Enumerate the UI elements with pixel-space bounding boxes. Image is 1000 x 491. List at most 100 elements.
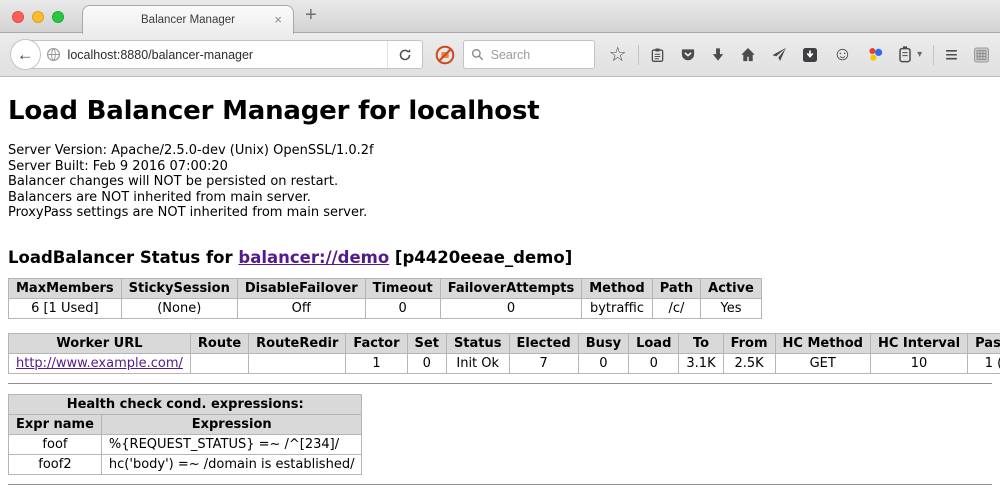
cell-from: 2.5K bbox=[723, 353, 775, 373]
cell-factor: 1 bbox=[346, 353, 407, 373]
notes-extension-icon[interactable] bbox=[973, 47, 990, 63]
title-bar: Balancer Manager × + bbox=[0, 0, 1000, 33]
table-header-row: Expr name Expression bbox=[9, 414, 362, 434]
col-method: Method bbox=[582, 278, 652, 298]
cell-to: 3.1K bbox=[679, 353, 723, 373]
balancer-settings-table: MaxMembers StickySession DisableFailover… bbox=[8, 278, 762, 319]
cell-path: /c/ bbox=[652, 298, 700, 318]
minimize-window-button[interactable] bbox=[32, 11, 44, 23]
page-content: Load Balancer Manager for localhost Serv… bbox=[0, 96, 1000, 486]
browser-window: Balancer Manager × + ← localhost:8880/ba… bbox=[0, 0, 1000, 491]
table-row: foof2 hc('body') =~ /domain is establish… bbox=[9, 454, 362, 474]
page-bottom-divider bbox=[8, 484, 992, 486]
table-row: foof %{REQUEST_STATUS} =~ /^[234]/ bbox=[9, 434, 362, 454]
new-tab-button[interactable]: + bbox=[305, 4, 317, 27]
col-expression: Expression bbox=[101, 414, 362, 434]
reload-icon bbox=[398, 48, 412, 62]
toolbar-divider bbox=[933, 45, 934, 65]
chevron-down-icon[interactable]: ▾ bbox=[917, 49, 922, 60]
server-info: Server Version: Apache/2.5.0-dev (Unix) … bbox=[8, 143, 992, 221]
cell-busy: 0 bbox=[578, 353, 628, 373]
container-extension-icon[interactable] bbox=[899, 46, 911, 63]
blocked-plugin-icon[interactable] bbox=[435, 45, 455, 65]
cell-active: Yes bbox=[701, 298, 762, 318]
search-input[interactable] bbox=[489, 47, 584, 63]
cell-load: 0 bbox=[629, 353, 679, 373]
close-window-button[interactable] bbox=[12, 11, 24, 23]
col-disablefailover: DisableFailover bbox=[237, 278, 365, 298]
cell-maxmembers: 6 [1 Used] bbox=[9, 298, 122, 318]
cell-set: 0 bbox=[407, 353, 446, 373]
back-icon: ← bbox=[17, 45, 34, 65]
worker-url-link[interactable]: http://www.example.com/ bbox=[16, 356, 183, 371]
col-timeout: Timeout bbox=[365, 278, 440, 298]
col-worker-url: Worker URL bbox=[9, 333, 191, 353]
col-path: Path bbox=[652, 278, 700, 298]
col-routeredir: RouteRedir bbox=[249, 333, 346, 353]
url-bar[interactable]: localhost:8880/balancer-manager bbox=[25, 40, 423, 69]
col-load: Load bbox=[629, 333, 679, 353]
col-maxmembers: MaxMembers bbox=[9, 278, 122, 298]
col-elected: Elected bbox=[509, 333, 578, 353]
cell-route bbox=[190, 353, 248, 373]
cell-expression: %{REQUEST_STATUS} =~ /^[234]/ bbox=[101, 434, 362, 454]
home-icon[interactable] bbox=[740, 47, 756, 62]
table-row: http://www.example.com/ 1 0 Init Ok 7 0 … bbox=[9, 353, 1000, 373]
cell-passes: 1 (0) bbox=[968, 353, 1000, 373]
cell-expression: hc('body') =~ /domain is established/ bbox=[101, 454, 362, 474]
send-plane-icon[interactable] bbox=[771, 47, 787, 62]
url-text[interactable]: localhost:8880/balancer-manager bbox=[68, 48, 380, 62]
cell-stickysession: (None) bbox=[121, 298, 237, 318]
cell-expr-name: foof bbox=[9, 434, 102, 454]
search-bar[interactable] bbox=[463, 40, 595, 69]
cell-worker-url: http://www.example.com/ bbox=[9, 353, 191, 373]
table-title-row: Health check cond. expressions: bbox=[9, 394, 362, 414]
video-download-extension-icon[interactable] bbox=[802, 47, 818, 63]
health-check-expressions-table: Health check cond. expressions: Expr nam… bbox=[8, 394, 362, 475]
downloads-icon[interactable] bbox=[711, 47, 725, 62]
globe-icon bbox=[46, 47, 61, 62]
worker-status-table: Worker URL Route RouteRedir Factor Set S… bbox=[8, 333, 1000, 374]
cell-status: Init Ok bbox=[446, 353, 509, 373]
status-heading-suffix: [p4420eeae_demo] bbox=[389, 248, 572, 267]
cell-disablefailover: Off bbox=[237, 298, 365, 318]
tab-title: Balancer Manager bbox=[141, 14, 235, 26]
col-factor: Factor bbox=[346, 333, 407, 353]
col-hc-interval: HC Interval bbox=[870, 333, 967, 353]
color-dots-extension-icon[interactable] bbox=[867, 46, 884, 63]
cell-method: bytraffic bbox=[582, 298, 652, 318]
search-icon bbox=[471, 48, 484, 61]
tab-close-icon[interactable]: × bbox=[274, 12, 282, 28]
cell-hc-method: GET bbox=[775, 353, 870, 373]
server-version-line: Server Version: Apache/2.5.0-dev (Unix) … bbox=[8, 143, 992, 159]
col-route: Route bbox=[190, 333, 248, 353]
balancer-status-heading: LoadBalancer Status for balancer://demo … bbox=[8, 248, 992, 267]
table-header-row: Worker URL Route RouteRedir Factor Set S… bbox=[9, 333, 1000, 353]
col-status: Status bbox=[446, 333, 509, 353]
cell-failoverattempts: 0 bbox=[440, 298, 582, 318]
reload-button[interactable] bbox=[387, 41, 422, 68]
tab-balancer-manager[interactable]: Balancer Manager × bbox=[82, 5, 294, 34]
persist-note-line: Balancer changes will NOT be persisted o… bbox=[8, 174, 992, 190]
smiley-extension-icon[interactable]: ☺ bbox=[833, 45, 852, 64]
bookmark-star-icon[interactable]: ☆ bbox=[609, 45, 627, 65]
balancer-demo-link[interactable]: balancer://demo bbox=[238, 248, 389, 267]
server-built-line: Server Built: Feb 9 2016 07:00:20 bbox=[8, 159, 992, 175]
col-expr-name: Expr name bbox=[9, 414, 102, 434]
col-stickysession: StickySession bbox=[121, 278, 237, 298]
cell-elected: 7 bbox=[509, 353, 578, 373]
col-hc-method: HC Method bbox=[775, 333, 870, 353]
col-passes: Passes bbox=[968, 333, 1000, 353]
pocket-icon[interactable] bbox=[680, 47, 696, 62]
clipboard-icon[interactable] bbox=[650, 47, 665, 63]
cell-expr-name: foof2 bbox=[9, 454, 102, 474]
menu-hamburger-icon[interactable]: ≡ bbox=[945, 44, 958, 66]
toolbar-divider bbox=[638, 45, 639, 65]
section-divider bbox=[8, 383, 992, 385]
inherit-note-line: Balancers are NOT inherited from main se… bbox=[8, 190, 992, 206]
col-failoverattempts: FailoverAttempts bbox=[440, 278, 582, 298]
col-busy: Busy bbox=[578, 333, 628, 353]
back-button[interactable]: ← bbox=[10, 39, 41, 70]
navigation-toolbar: ← localhost:8880/balancer-manager ☆ bbox=[0, 33, 1000, 77]
zoom-window-button[interactable] bbox=[52, 11, 64, 23]
